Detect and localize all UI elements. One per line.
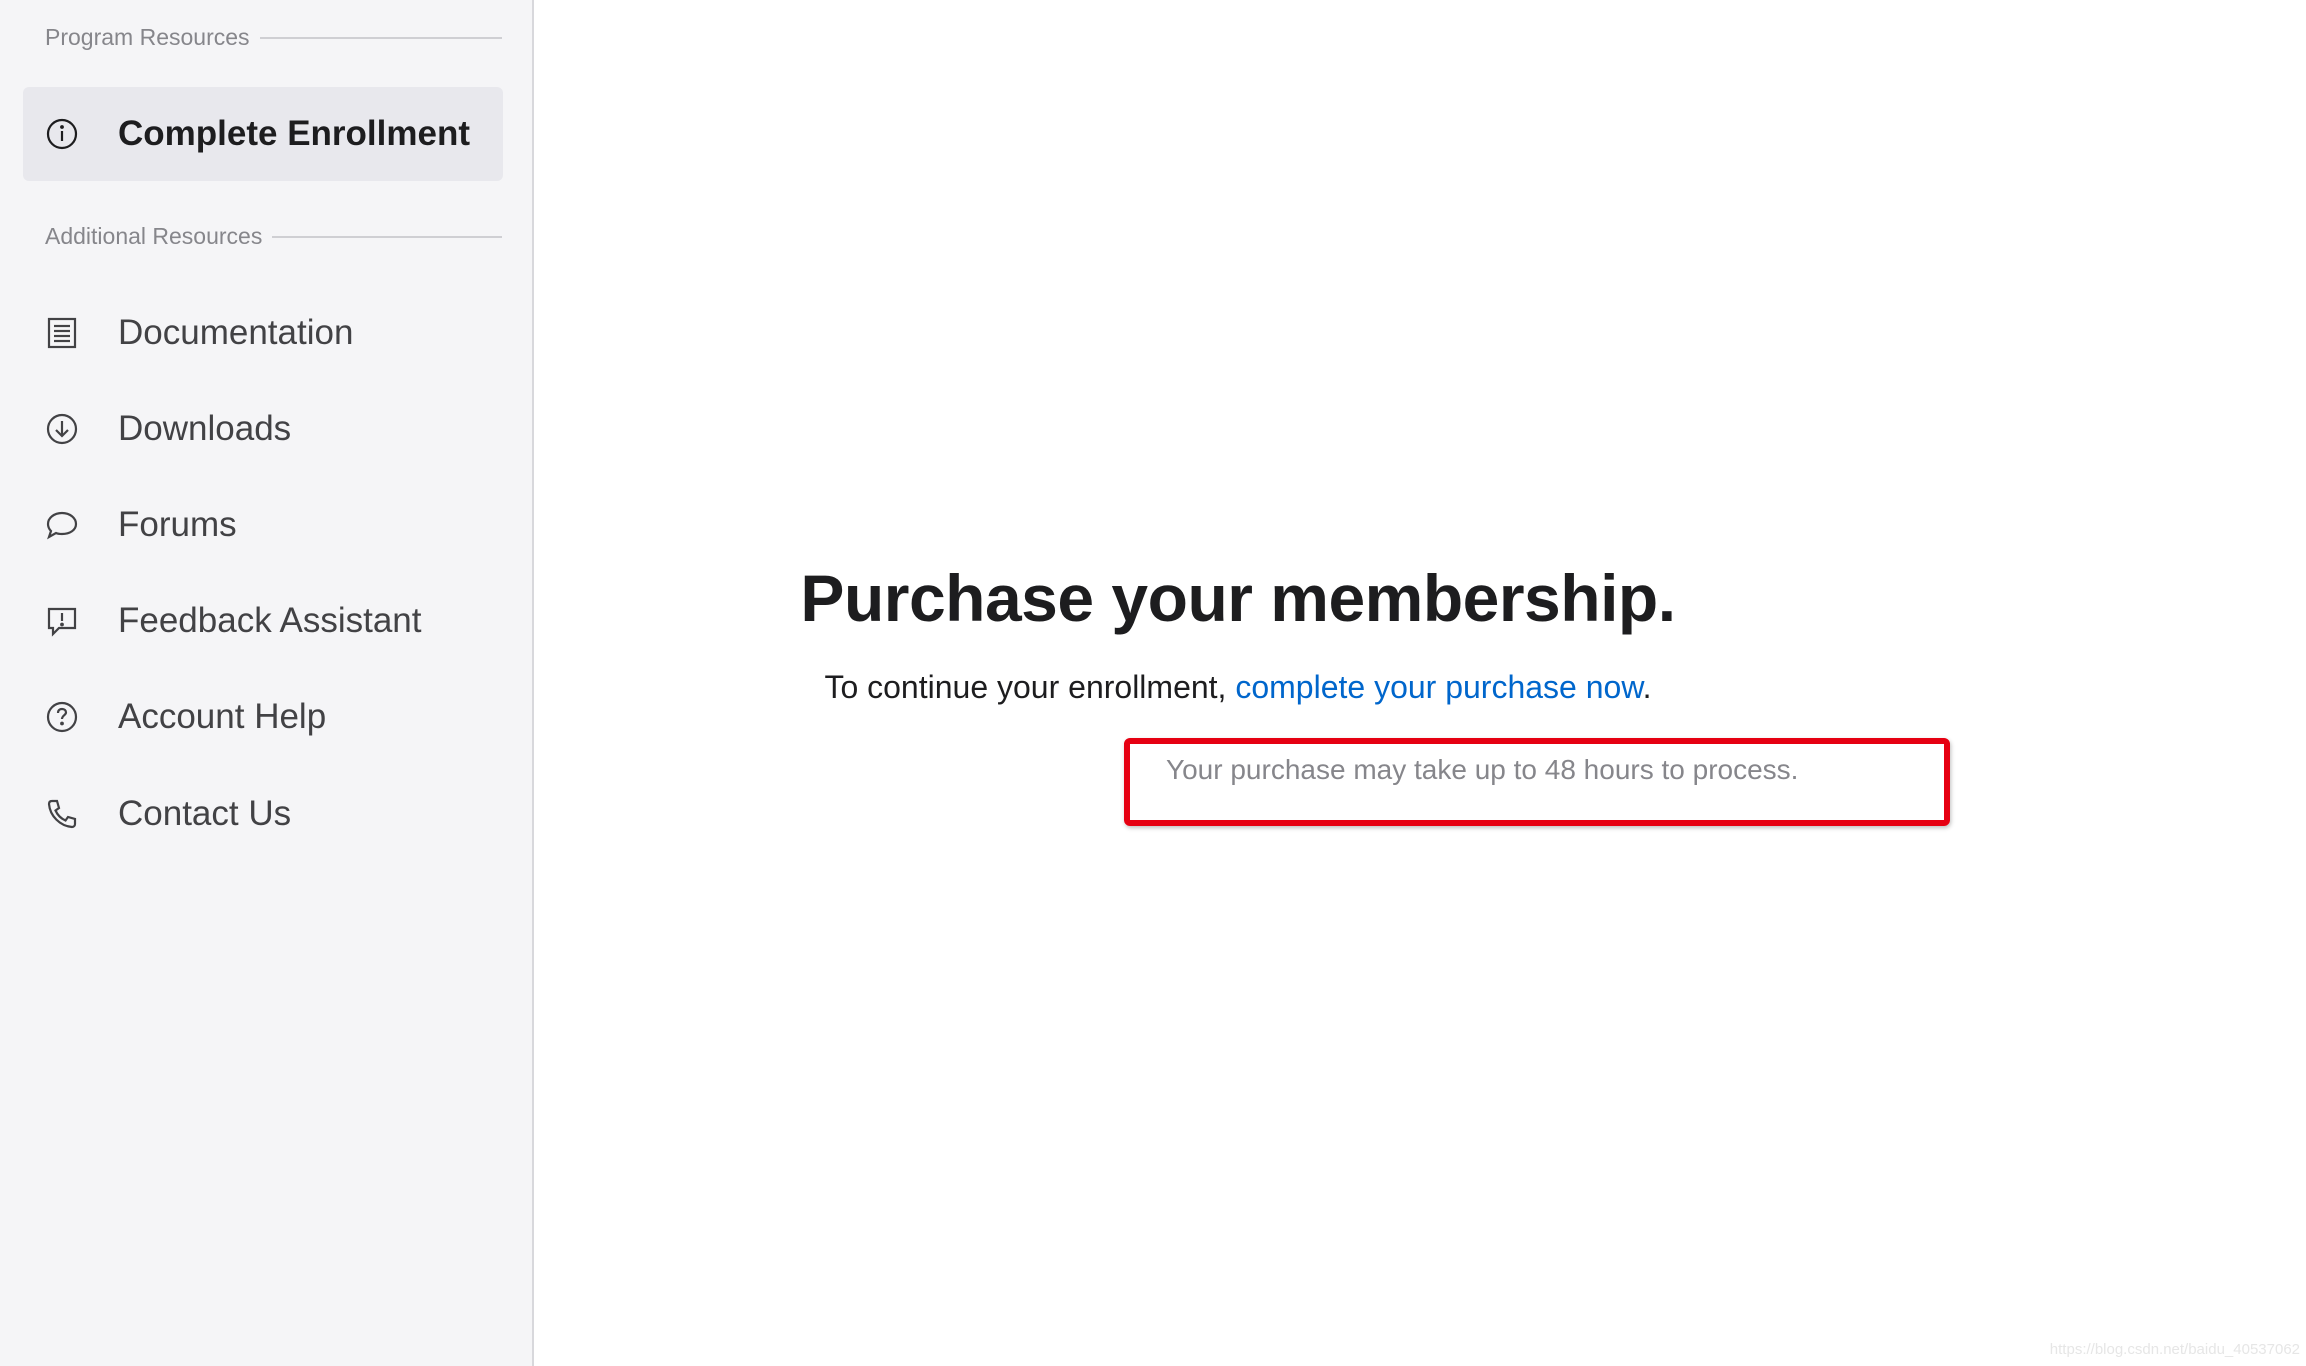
phone-icon	[44, 796, 80, 832]
info-icon	[44, 116, 80, 152]
complete-purchase-link[interactable]: complete your purchase now	[1235, 669, 1642, 705]
sidebar-item-contact-us[interactable]: Contact Us	[23, 767, 503, 861]
enrollment-message: To continue your enrollment, complete yo…	[534, 669, 1942, 706]
sidebar-item-complete-enrollment[interactable]: Complete Enrollment	[23, 87, 503, 181]
message-suffix: .	[1642, 669, 1652, 705]
question-circle-icon	[44, 699, 80, 735]
sidebar-item-documentation[interactable]: Documentation	[23, 286, 503, 380]
sidebar-item-label: Contact Us	[118, 794, 292, 833]
highlight-annotation-box: Your purchase may take up to 48 hours to…	[1124, 738, 1950, 826]
sidebar-item-label: Forums	[118, 505, 237, 544]
message-prefix: To continue your enrollment,	[824, 669, 1236, 705]
sidebar-item-label: Feedback Assistant	[118, 601, 422, 640]
page-title: Purchase your membership.	[800, 561, 1676, 635]
sidebar-item-forums[interactable]: Forums	[23, 478, 503, 572]
feedback-bubble-icon	[44, 603, 80, 639]
section-divider	[259, 36, 502, 39]
watermark: https://blog.csdn.net/baidu_40537062	[2049, 1341, 2300, 1358]
section-label: Program Resources	[45, 24, 250, 50]
sidebar-item-label: Documentation	[118, 313, 354, 352]
download-circle-icon	[44, 411, 80, 447]
section-label: Additional Resources	[45, 223, 263, 249]
section-header-additional-resources: Additional Resources	[45, 223, 502, 250]
section-header-program-resources: Program Resources	[45, 24, 502, 51]
sidebar-item-feedback-assistant[interactable]: Feedback Assistant	[23, 574, 503, 668]
speech-bubble-icon	[44, 507, 80, 543]
processing-notice: Your purchase may take up to 48 hours to…	[1166, 754, 1799, 785]
sidebar-item-label: Complete Enrollment	[118, 114, 470, 153]
app-window: Program Resources Complete Enrollment Ad…	[0, 0, 2306, 1366]
main-content: Purchase your membership. To continue yo…	[534, 0, 2306, 1366]
sidebar-item-account-help[interactable]: Account Help	[23, 670, 503, 764]
document-list-icon	[44, 315, 80, 351]
sidebar-item-downloads[interactable]: Downloads	[23, 382, 503, 476]
sidebar: Program Resources Complete Enrollment Ad…	[0, 0, 534, 1366]
sidebar-item-label: Account Help	[118, 697, 327, 736]
section-divider	[272, 235, 502, 238]
sidebar-item-label: Downloads	[118, 409, 292, 448]
